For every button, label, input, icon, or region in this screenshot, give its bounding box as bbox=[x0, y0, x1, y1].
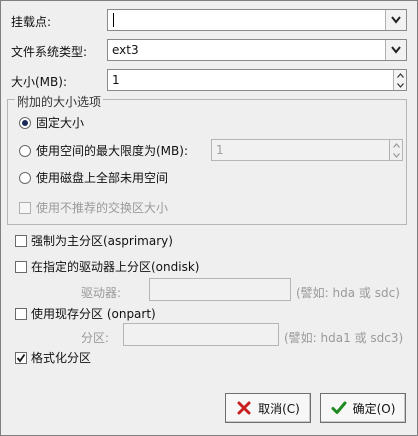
checkmark-icon bbox=[16, 353, 26, 363]
spin-down-icon[interactable] bbox=[394, 80, 406, 90]
fill-disk-radio[interactable] bbox=[19, 172, 31, 184]
asprimary-label[interactable]: 强制为主分区(asprimary) bbox=[31, 232, 173, 249]
ok-button[interactable]: 确定(O) bbox=[320, 393, 406, 423]
spin-up-icon[interactable] bbox=[394, 70, 406, 80]
fixed-size-label[interactable]: 固定大小 bbox=[36, 114, 84, 131]
size-row: 大小(MB): 1 bbox=[1, 69, 418, 93]
size-options-title: 附加的大小选项 bbox=[15, 93, 104, 110]
chevron-down-icon[interactable] bbox=[385, 40, 406, 60]
max-size-radio[interactable] bbox=[19, 145, 31, 157]
onpart-checkbox[interactable] bbox=[15, 308, 27, 320]
size-spin-buttons bbox=[393, 70, 406, 90]
text-cursor bbox=[113, 13, 114, 27]
format-checkbox[interactable] bbox=[15, 352, 27, 364]
cancel-button[interactable]: 取消(C) bbox=[225, 393, 311, 423]
partition-field-label: 分区: bbox=[81, 331, 110, 345]
drive-field-label: 驱动器: bbox=[81, 286, 122, 300]
spin-down-icon[interactable] bbox=[390, 150, 402, 160]
partition-input[interactable] bbox=[123, 323, 279, 346]
max-size-label[interactable]: 使用空间的最大限度为(MB): bbox=[36, 142, 188, 159]
mount-point-label: 挂载点: bbox=[11, 15, 52, 29]
fixed-size-radio[interactable] bbox=[19, 117, 31, 129]
close-icon bbox=[237, 401, 251, 415]
size-value[interactable]: 1 bbox=[112, 73, 120, 87]
format-label[interactable]: 格式化分区 bbox=[31, 349, 91, 366]
max-size-spinbox[interactable]: 1 bbox=[211, 139, 403, 161]
onpart-label[interactable]: 使用现存分区 (onpart) bbox=[31, 305, 156, 322]
partition-options-dialog: 挂载点: 文件系统类型: ext3 大小(MB): 1 附加的大小选项 固定大小… bbox=[0, 0, 418, 436]
ok-label: 确定(O) bbox=[352, 401, 396, 416]
drive-hint: (譬如: hda 或 sdc) bbox=[296, 286, 400, 300]
max-size-spin-buttons bbox=[389, 140, 402, 160]
chevron-down-icon[interactable] bbox=[385, 10, 406, 30]
partition-hint: (譬如: hda1 或 sdc3) bbox=[284, 331, 404, 345]
mount-point-combo[interactable] bbox=[107, 9, 407, 31]
swap-recommended-label[interactable]: 使用不推荐的交换区大小 bbox=[36, 199, 168, 216]
max-size-value[interactable]: 1 bbox=[216, 143, 224, 157]
size-label: 大小(MB): bbox=[11, 75, 67, 89]
swap-recommended-checkbox[interactable] bbox=[19, 202, 31, 214]
mount-point-row: 挂载点: bbox=[1, 9, 418, 33]
asprimary-checkbox[interactable] bbox=[15, 235, 27, 247]
fill-disk-label[interactable]: 使用磁盘上全部未用空间 bbox=[36, 169, 168, 186]
check-icon bbox=[331, 401, 347, 414]
size-spinbox[interactable]: 1 bbox=[107, 69, 407, 91]
ondisk-checkbox[interactable] bbox=[15, 261, 27, 273]
drive-input[interactable] bbox=[149, 278, 291, 301]
filesystem-row: 文件系统类型: ext3 bbox=[1, 39, 418, 63]
cancel-label: 取消(C) bbox=[258, 401, 300, 416]
filesystem-label: 文件系统类型: bbox=[11, 45, 88, 59]
ondisk-label[interactable]: 在指定的驱动器上分区(ondisk) bbox=[31, 258, 199, 275]
filesystem-value[interactable]: ext3 bbox=[112, 43, 139, 57]
spin-up-icon[interactable] bbox=[390, 140, 402, 150]
filesystem-combo[interactable]: ext3 bbox=[107, 39, 407, 61]
